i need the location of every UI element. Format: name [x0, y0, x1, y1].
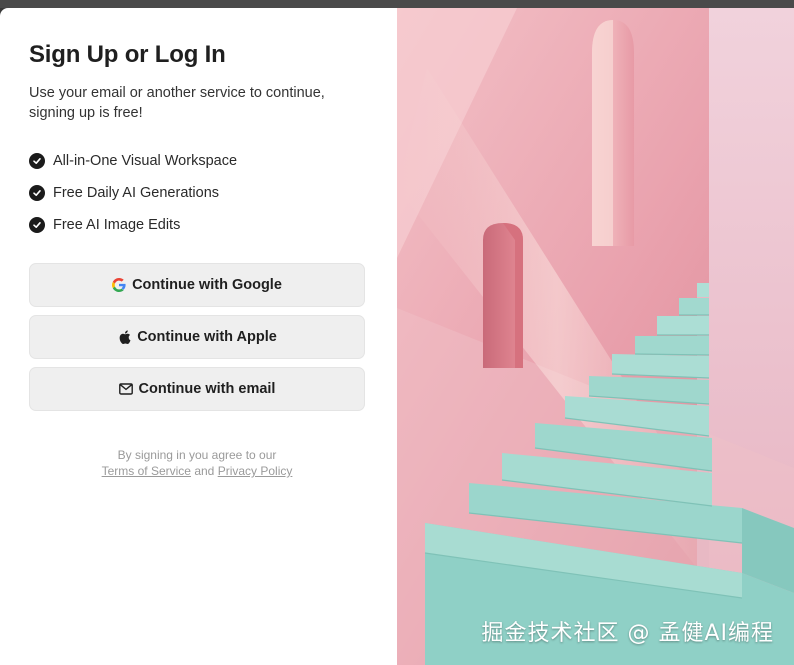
check-circle-icon — [29, 217, 45, 233]
page-title: Sign Up or Log In — [29, 41, 226, 68]
auth-panel: Sign Up or Log In Use your email or anot… — [0, 8, 397, 665]
terms-of-service-link[interactable]: Terms of Service — [102, 464, 191, 478]
continue-with-email-button[interactable]: Continue with email — [29, 367, 365, 411]
subtitle: Use your email or another service to con… — [29, 85, 325, 121]
legal-and: and — [194, 464, 215, 478]
feature-label: Free Daily AI Generations — [53, 185, 220, 201]
feature-label: Free AI Image Edits — [53, 217, 181, 233]
watermark-text: 掘金技术社区 @ 孟健AI编程 — [481, 621, 774, 646]
feature-item: All-in-One Visual Workspace — [29, 145, 368, 177]
hero-image: 掘金技术社区 @ 孟健AI编程 — [397, 8, 794, 665]
feature-list: All-in-One Visual Workspace Free Daily A… — [29, 145, 368, 241]
apple-icon — [117, 330, 131, 344]
google-icon — [112, 278, 126, 292]
feature-item: Free Daily AI Generations — [29, 177, 368, 209]
legal-notice: By signing in you agree to our Terms of … — [29, 447, 365, 479]
check-circle-icon — [29, 185, 45, 201]
window-top-bar — [0, 0, 794, 8]
auth-modal: Sign Up or Log In Use your email or anot… — [0, 8, 794, 665]
staircase-illustration — [397, 8, 794, 665]
mail-icon — [118, 382, 133, 396]
auth-buttons: Continue with Google Continue with Apple — [29, 263, 368, 411]
email-button-label: Continue with email — [138, 381, 276, 397]
apple-button-label: Continue with Apple — [137, 329, 277, 345]
legal-prefix: By signing in you agree to our — [117, 448, 277, 462]
privacy-policy-link[interactable]: Privacy Policy — [218, 464, 293, 478]
check-circle-icon — [29, 153, 45, 169]
continue-with-google-button[interactable]: Continue with Google — [29, 263, 365, 307]
continue-with-apple-button[interactable]: Continue with Apple — [29, 315, 365, 359]
feature-label: All-in-One Visual Workspace — [53, 153, 238, 169]
feature-item: Free AI Image Edits — [29, 209, 368, 241]
google-button-label: Continue with Google — [132, 277, 282, 293]
